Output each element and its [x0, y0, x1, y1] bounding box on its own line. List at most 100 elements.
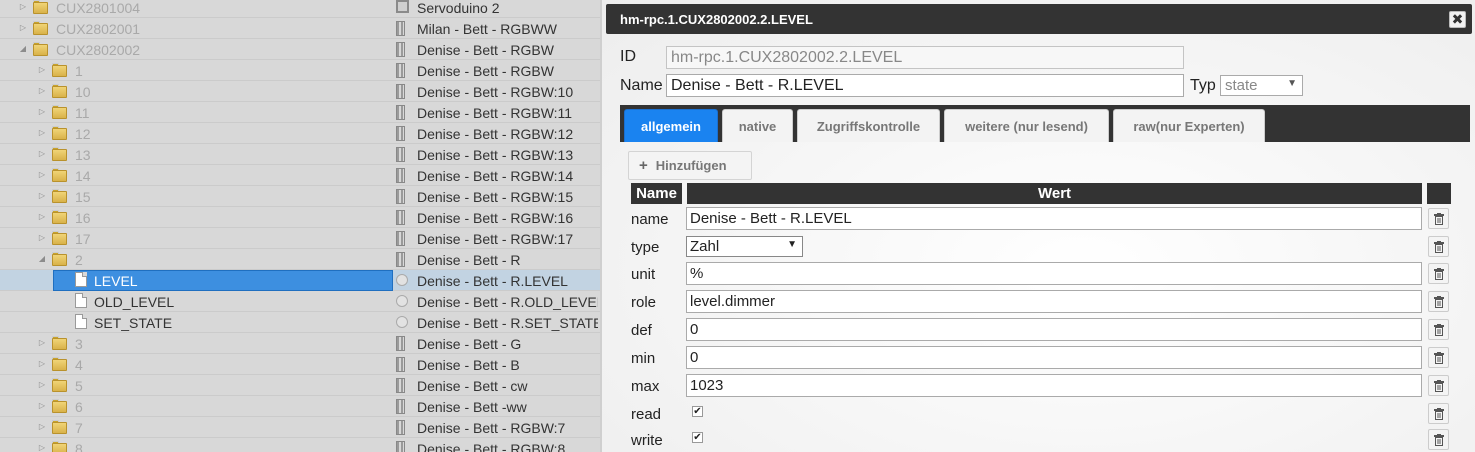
tree-item-device-name: Denise - Bett - RGBW	[417, 42, 554, 58]
delete-attribute-button[interactable]	[1428, 291, 1449, 312]
tree-row[interactable]: SET_STATE Denise - Bett - R.SET_STATE	[0, 312, 600, 333]
chevron-right-icon[interactable]: ▷	[37, 233, 47, 243]
tree-row[interactable]: ▷ 1 Denise - Bett - RGBW	[0, 60, 600, 81]
tab-raw[interactable]: raw(nur Experten)	[1113, 109, 1265, 142]
close-button[interactable]: ✖	[1449, 11, 1466, 28]
tree-row[interactable]: ▷ 13 Denise - Bett - RGBW:13	[0, 144, 600, 165]
name-field[interactable]	[666, 74, 1184, 97]
dialog-titlebar[interactable]: hm-rpc.1.CUX2802002.2.LEVEL ✖	[606, 4, 1472, 34]
tree-item-name: 17	[75, 231, 91, 247]
chevron-right-icon[interactable]: ▷	[37, 380, 47, 390]
tree-item-device-name: Denise - Bett - R.OLD_LEVEL	[417, 294, 598, 310]
tree-row[interactable]: ▷ 16 Denise - Bett - RGBW:16	[0, 207, 600, 228]
delete-attribute-button[interactable]	[1428, 403, 1449, 424]
tree-item-device-name: Denise - Bett - RGBW:11	[417, 105, 573, 121]
chevron-right-icon[interactable]: ▷	[37, 170, 47, 180]
attr-value-type-select[interactable]: Zahl ▼	[686, 236, 803, 257]
device-icon	[396, 378, 405, 393]
chevron-right-icon[interactable]: ▷	[37, 401, 47, 411]
delete-attribute-button[interactable]	[1428, 319, 1449, 340]
tree-row[interactable]: OLD_LEVEL Denise - Bett - R.OLD_LEVEL	[0, 291, 600, 312]
tab-bar: allgemein native Zugriffskontrolle weite…	[620, 105, 1470, 142]
tree-row[interactable]: ▷ 11 Denise - Bett - RGBW:11	[0, 102, 600, 123]
chevron-right-icon[interactable]: ▷	[37, 107, 47, 117]
delete-attribute-button[interactable]	[1428, 429, 1449, 450]
tree-row[interactable]: ▷ CUX2802001 Milan - Bett - RGBWW	[0, 18, 600, 39]
tree-row[interactable]: ▷ 10 Denise - Bett - RGBW:10	[0, 81, 600, 102]
chevron-right-icon[interactable]: ▷	[37, 422, 47, 432]
tree-row[interactable]: ◢ 2 Denise - Bett - R	[0, 249, 600, 270]
chevron-down-icon[interactable]: ◢	[18, 44, 28, 54]
attr-value-def-input[interactable]	[686, 318, 1422, 341]
tree-item-name: 11	[75, 105, 90, 121]
delete-attribute-button[interactable]	[1428, 236, 1449, 257]
tree-item-device-name: Denise - Bett - RGBW:8	[417, 441, 566, 452]
tree-row[interactable]: ▷ 3 Denise - Bett - G	[0, 333, 600, 354]
attr-value-name-input[interactable]	[686, 207, 1422, 230]
tree-row[interactable]: ▷ 14 Denise - Bett - RGBW:14	[0, 165, 600, 186]
tab-weitere[interactable]: weitere (nur lesend)	[944, 109, 1109, 142]
tab-zugriffskontrolle[interactable]: Zugriffskontrolle	[797, 109, 940, 142]
tree-row[interactable]: ▷ 5 Denise - Bett - cw	[0, 375, 600, 396]
add-attribute-button[interactable]: + Hinzufügen	[628, 151, 752, 180]
chevron-right-icon[interactable]: ▷	[37, 86, 47, 96]
file-icon	[75, 272, 87, 287]
folder-icon	[52, 147, 67, 161]
folder-icon	[52, 441, 67, 452]
tree-item-device-name: Denise - Bett - B	[417, 357, 520, 373]
tree-row[interactable]: ▷ 7 Denise - Bett - RGBW:7	[0, 417, 600, 438]
tree-item-name: 2	[75, 252, 83, 268]
tree-item-device-name: Denise - Bett - R.LEVEL	[417, 273, 568, 289]
tree-row[interactable]: ▷ 6 Denise - Bett -ww	[0, 396, 600, 417]
name-label: Name	[620, 77, 663, 94]
chevron-right-icon[interactable]: ▷	[37, 338, 47, 348]
tree-row[interactable]: ◢ CUX2802002 Denise - Bett - RGBW	[0, 39, 600, 60]
chevron-right-icon[interactable]: ▷	[37, 65, 47, 75]
chevron-right-icon[interactable]: ▷	[37, 128, 47, 138]
tree-item-name: 8	[75, 441, 83, 452]
chevron-right-icon[interactable]: ▷	[37, 359, 47, 369]
tree-row[interactable]: LEVEL Denise - Bett - R.LEVEL	[0, 270, 600, 291]
delete-attribute-button[interactable]	[1428, 375, 1449, 396]
attr-key-max: max	[631, 378, 660, 395]
folder-icon	[33, 42, 48, 56]
chevron-right-icon[interactable]: ▷	[18, 2, 28, 12]
chevron-right-icon[interactable]: ▷	[37, 212, 47, 222]
state-icon	[396, 316, 408, 328]
device-icon	[396, 63, 405, 78]
type-select[interactable]: state ▼	[1220, 75, 1303, 96]
chevron-right-icon[interactable]: ▷	[37, 149, 47, 159]
tree-row[interactable]: ▷ 17 Denise - Bett - RGBW:17	[0, 228, 600, 249]
attr-value-write-checkbox[interactable]: ✔	[692, 432, 703, 443]
tree-item-device-name: Denise - Bett - RGBW:14	[417, 168, 574, 184]
tree-row[interactable]: ▷ 15 Denise - Bett - RGBW:15	[0, 186, 600, 207]
tree-item-device-name: Servoduino 2	[417, 0, 500, 16]
tree-item-name: LEVEL	[94, 273, 138, 289]
attr-value-read-checkbox[interactable]: ✔	[692, 406, 703, 417]
tab-allgemein[interactable]: allgemein	[624, 109, 718, 142]
delete-attribute-button[interactable]	[1428, 347, 1449, 368]
device-icon	[396, 189, 405, 204]
tree-row[interactable]: ▷ CUX2801004 Servoduino 2	[0, 0, 600, 18]
attr-value-max-input[interactable]	[686, 374, 1422, 397]
tree-item-name: CUX2802001	[56, 21, 141, 37]
tree-row[interactable]: ▷ 8 Denise - Bett - RGBW:8	[0, 438, 600, 452]
chevron-down-icon[interactable]: ◢	[37, 254, 47, 264]
trash-icon	[1434, 324, 1444, 336]
tree-row[interactable]: ▷ 4 Denise - Bett - B	[0, 354, 600, 375]
trash-icon	[1434, 268, 1444, 280]
attr-value-min-input[interactable]	[686, 346, 1422, 369]
tree-item-device-name: Denise - Bett - RGBW:17	[417, 231, 574, 247]
delete-attribute-button[interactable]	[1428, 263, 1449, 284]
attr-value-role-input[interactable]	[686, 290, 1422, 313]
delete-attribute-button[interactable]	[1428, 208, 1449, 229]
attr-value-unit-input[interactable]	[686, 262, 1422, 285]
device-icon	[396, 126, 405, 141]
tree-row[interactable]: ▷ 12 Denise - Bett - RGBW:12	[0, 123, 600, 144]
chevron-right-icon[interactable]: ▷	[37, 191, 47, 201]
id-field[interactable]	[666, 46, 1184, 69]
tab-native[interactable]: native	[722, 109, 793, 142]
chevron-right-icon[interactable]: ▷	[18, 23, 28, 33]
chevron-right-icon[interactable]: ▷	[37, 443, 47, 452]
attr-key-def: def	[631, 322, 652, 339]
